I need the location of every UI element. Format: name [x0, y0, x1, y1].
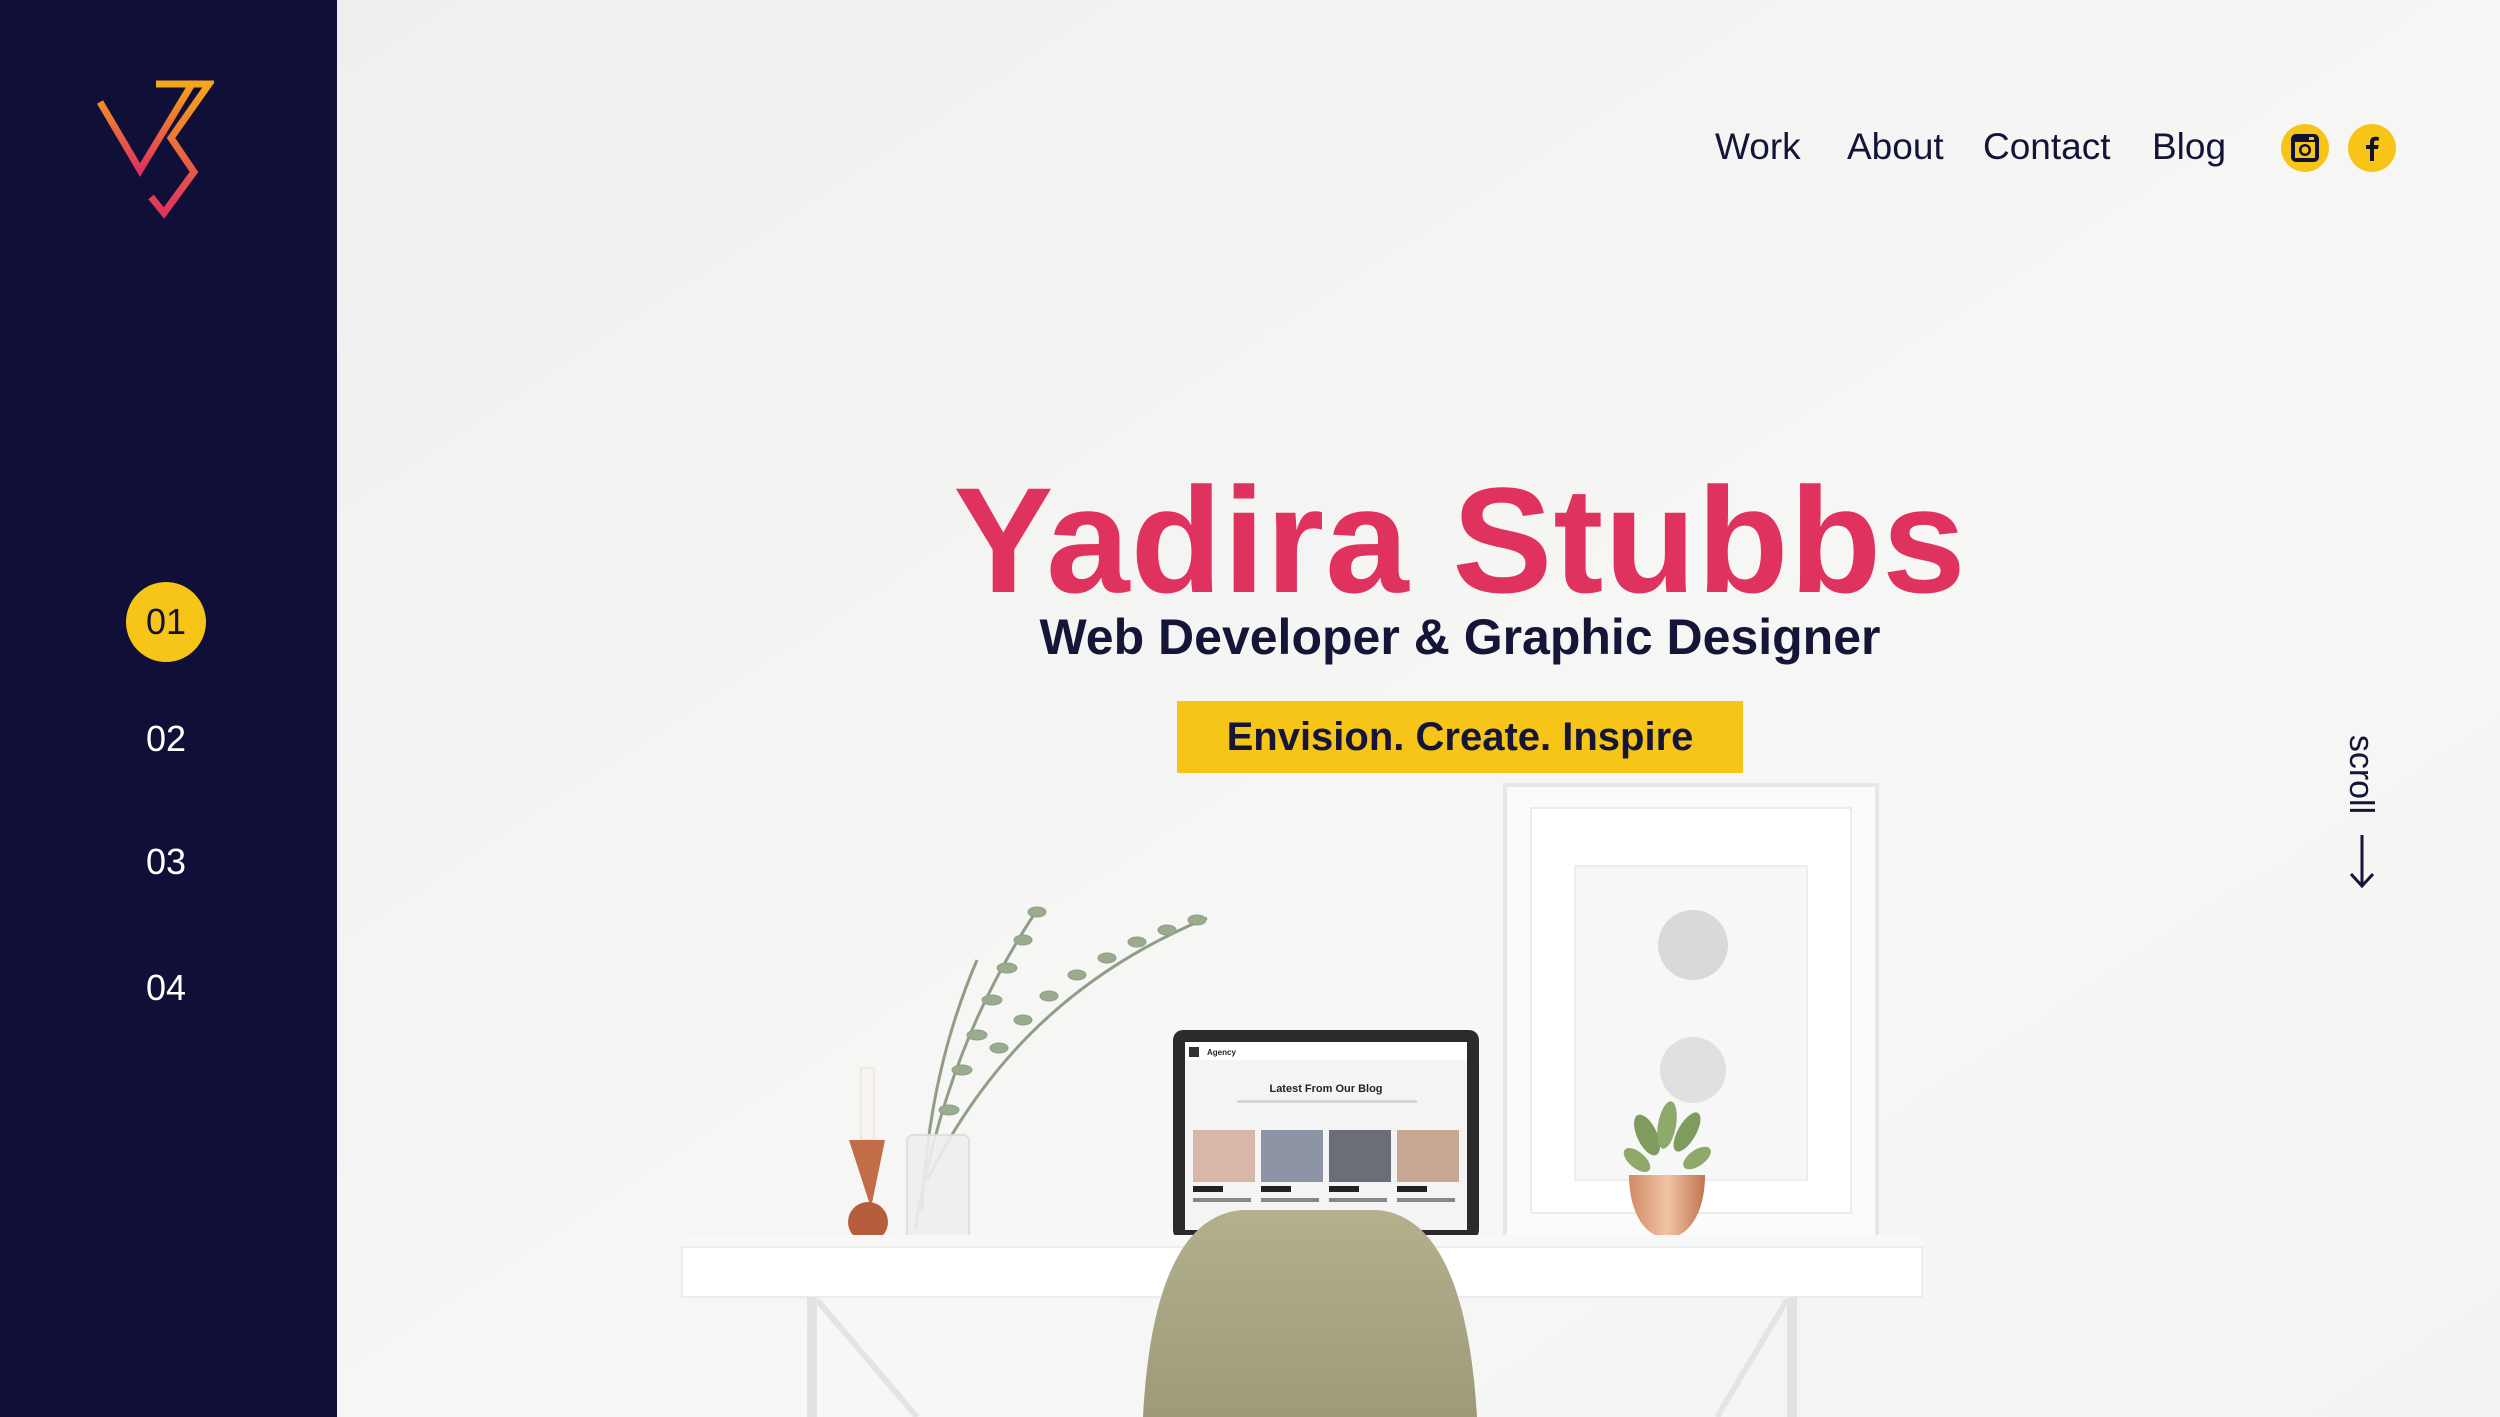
laptop-brand-text: Agency	[1207, 1048, 1236, 1057]
sidebar: 01 02 03 04	[0, 0, 337, 1417]
chair	[1143, 1210, 1477, 1417]
page-indicator-03[interactable]: 03	[126, 822, 206, 902]
hero-role: Web Developer & Graphic Designer	[1039, 609, 1881, 665]
tagline-banner: Envision. Create. Inspire	[1177, 701, 1743, 773]
page-indicator-04[interactable]: 04	[126, 948, 206, 1028]
nav-link-contact[interactable]: Contact	[1983, 126, 2111, 168]
scroll-indicator[interactable]: scroll	[2337, 725, 2387, 890]
facebook-button[interactable]	[2348, 124, 2396, 172]
facebook-icon	[2366, 136, 2379, 161]
nav-link-blog[interactable]: Blog	[2152, 126, 2226, 168]
laptop-heading-text: Latest From Our Blog	[1269, 1083, 1382, 1095]
nav-link-work[interactable]: Work	[1715, 126, 1801, 168]
picture-frame	[1503, 783, 1879, 1239]
tagline-text: Envision. Create. Inspire	[1226, 714, 1694, 759]
page-indicator-02[interactable]: 02	[126, 699, 206, 779]
nav-link-about[interactable]: About	[1847, 126, 1944, 168]
vs-monogram-logo[interactable]	[96, 80, 214, 220]
arrow-down-icon	[2349, 835, 2375, 889]
instagram-icon	[2291, 134, 2319, 162]
instagram-button[interactable]	[2281, 124, 2329, 172]
hero-name: Yadira Stubbs	[953, 456, 1967, 624]
scroll-label: scroll	[2342, 734, 2381, 815]
